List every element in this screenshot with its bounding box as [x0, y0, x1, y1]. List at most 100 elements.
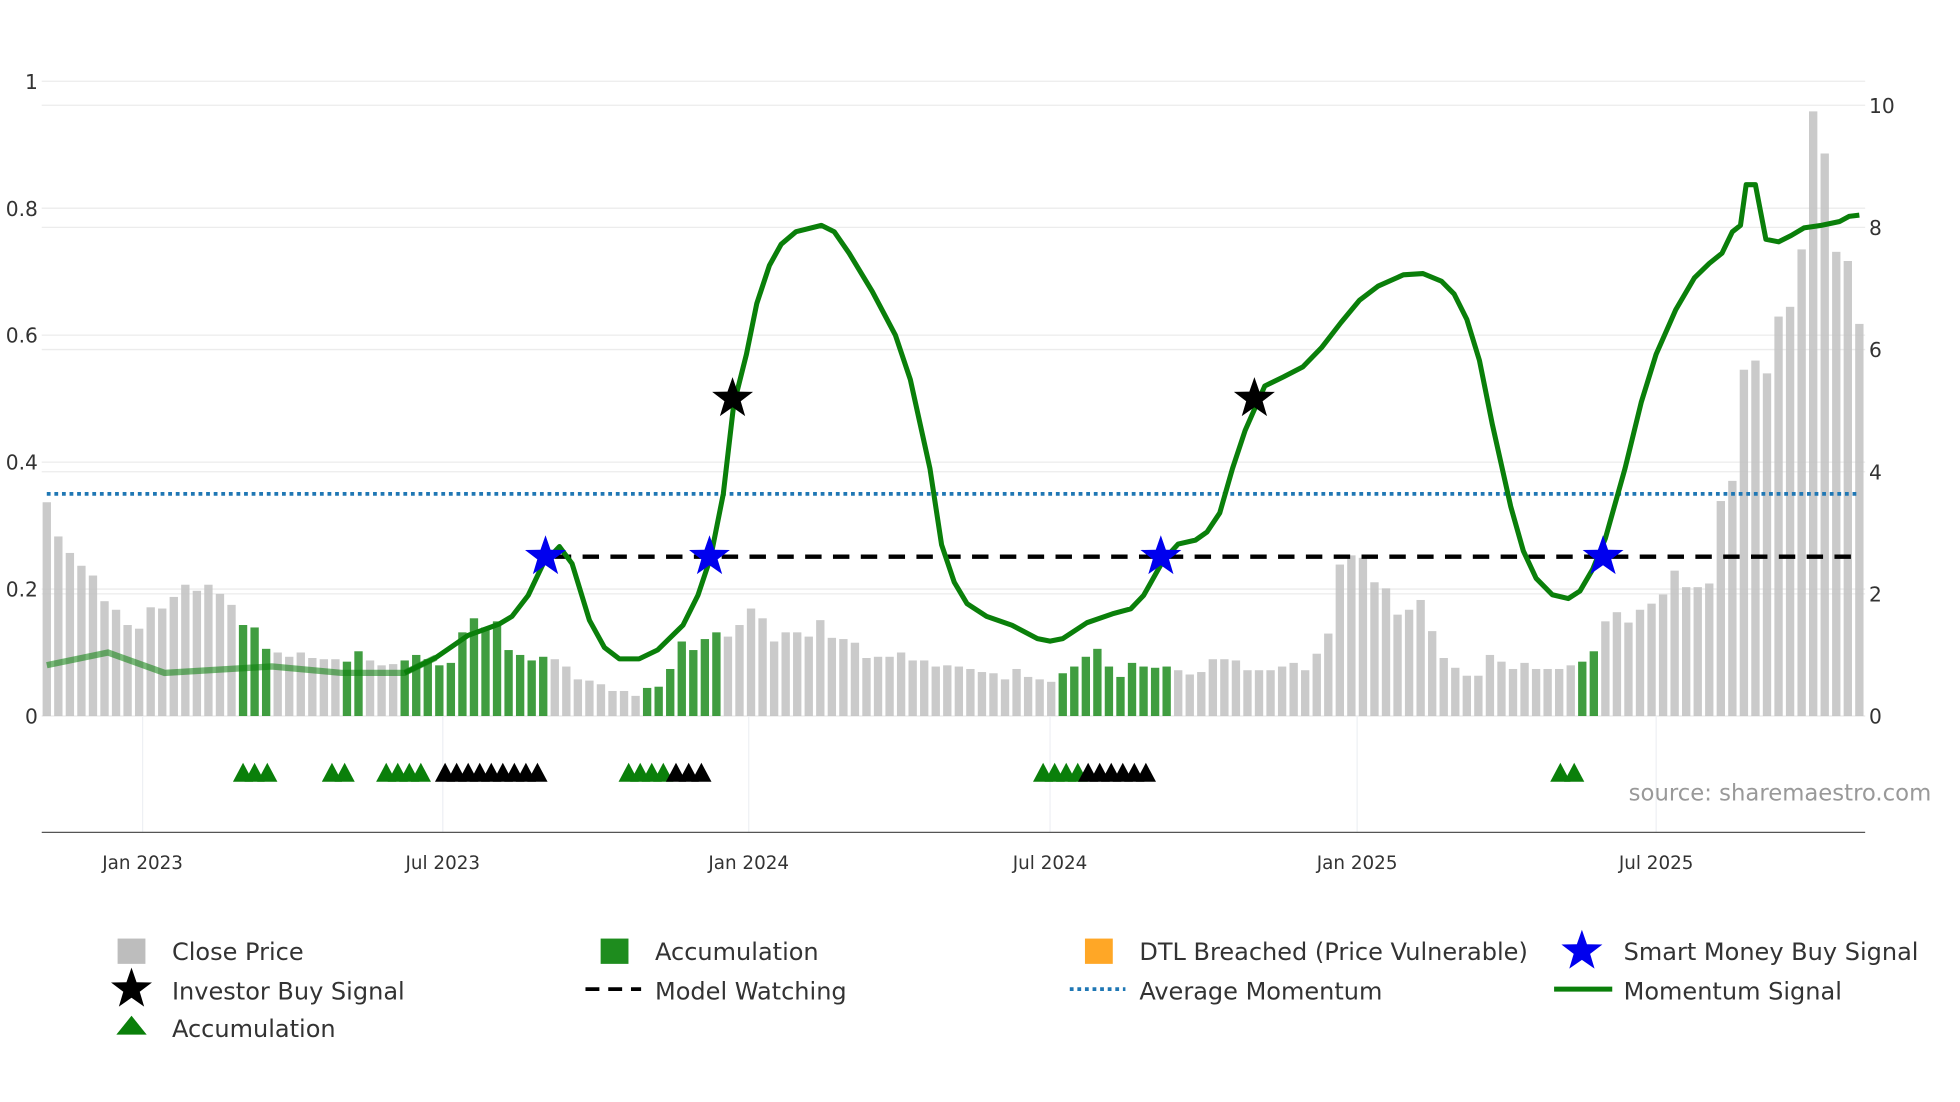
close-price-bar	[296, 652, 305, 717]
close-price-bar	[1555, 668, 1564, 717]
close-price-bar	[585, 680, 594, 717]
momentum-line	[403, 182, 1860, 676]
close-price-bar	[319, 659, 329, 717]
accumulation-bar	[689, 650, 698, 717]
close-price-bar	[723, 636, 733, 717]
x-axis-tick-label: Jul 2024	[1012, 853, 1088, 874]
accumulation-bar	[1070, 666, 1079, 717]
black-triangle-icon	[691, 762, 712, 782]
close-price-bar	[192, 590, 202, 717]
left-axis-tick-label: 0.6	[6, 324, 38, 348]
accumulation-bar	[1116, 676, 1125, 717]
close-price-bar	[931, 666, 940, 717]
accumulation-bar	[539, 656, 548, 717]
close-price-bar	[204, 584, 213, 717]
legend-dtl-swatch	[1084, 938, 1113, 964]
accumulation-bar	[1104, 666, 1114, 717]
close-price-bar	[1324, 633, 1333, 717]
close-price-bar	[1658, 594, 1668, 717]
smart-money-star-icon	[525, 535, 566, 575]
accumulation-bar	[1081, 656, 1091, 717]
accumulation-bar	[423, 659, 432, 717]
close-price-bar	[1751, 360, 1760, 717]
accumulation-bar	[354, 651, 363, 717]
legend-black-star-icon	[111, 967, 152, 1007]
close-price-bar	[839, 639, 848, 717]
right-axis-tick-label: 6	[1869, 338, 1882, 362]
close-price-bar	[1035, 679, 1044, 717]
legend-label: Accumulation	[172, 1015, 336, 1043]
close-price-bar	[1439, 657, 1448, 717]
accumulation-bar	[435, 665, 444, 717]
close-price-bar	[1000, 679, 1010, 717]
legend-label: Investor Buy Signal	[172, 977, 405, 1005]
close-price-bar	[1393, 614, 1402, 717]
accumulation-bar	[642, 687, 652, 717]
accumulation-bar	[1589, 651, 1598, 717]
legend-triangle-icon	[116, 1015, 147, 1035]
close-price-bar	[804, 636, 813, 717]
close-price-bar	[1716, 501, 1725, 717]
close-price-bar	[1381, 588, 1391, 717]
close-price-bar	[1428, 631, 1437, 717]
close-price-bar	[365, 660, 375, 717]
accumulation-bar	[504, 650, 513, 717]
signal-stars	[525, 377, 1624, 575]
close-price-bar	[1855, 323, 1864, 717]
left-axis-tick-label: 1	[25, 70, 38, 94]
close-price-bar	[273, 652, 282, 717]
close-price-bar	[977, 672, 987, 717]
close-price-bar	[1289, 662, 1298, 717]
accumulation-bar	[654, 686, 663, 717]
close-price-bar	[793, 632, 802, 717]
right-axis-tick-label: 4	[1869, 460, 1882, 484]
legend-blue-star-icon	[1561, 929, 1603, 969]
close-price-bar	[1508, 668, 1518, 717]
close-price-bar	[1797, 249, 1806, 717]
accumulation-bar	[1058, 673, 1067, 717]
accumulation-bar	[481, 627, 490, 717]
close-price-bar	[123, 625, 132, 717]
accumulation-bar	[250, 627, 259, 717]
close-price-bar	[1312, 653, 1321, 717]
close-price-bar	[1774, 316, 1783, 717]
close-price-bar	[735, 625, 744, 717]
close-price-bar	[1728, 480, 1737, 717]
close-price-bar	[1497, 661, 1506, 717]
close-price-bar	[746, 608, 756, 717]
close-price-bar	[1358, 557, 1368, 717]
close-price-bar	[1347, 555, 1356, 717]
accumulation-bar	[1139, 666, 1148, 717]
close-price-bar	[885, 656, 894, 717]
close-price-bar	[1185, 674, 1194, 717]
right-axis-tick-label: 0	[1869, 705, 1882, 729]
gridlines	[41, 80, 1866, 833]
close-price-bar	[850, 642, 860, 717]
close-price-bar	[1243, 670, 1252, 717]
close-price-bar	[1266, 670, 1275, 717]
accumulation-bar	[1093, 648, 1102, 717]
x-axis-tick-label: Jul 2023	[404, 853, 480, 874]
close-price-bar	[158, 608, 167, 717]
close-price-bar	[169, 596, 178, 717]
close-price-bar	[1335, 564, 1345, 717]
right-axis-tick-label: 2	[1869, 582, 1882, 606]
close-price-bar	[1208, 659, 1218, 717]
close-price-bar	[596, 684, 606, 717]
close-price-bar	[1682, 587, 1691, 717]
accumulation-bar	[261, 648, 271, 717]
legend-label: Close Price	[172, 938, 304, 966]
accumulation-bar	[492, 621, 502, 717]
close-price-bar	[1624, 622, 1633, 717]
accumulation-triangle-icon	[1564, 762, 1585, 782]
close-price-bar	[65, 552, 75, 717]
close-price-bar	[1809, 111, 1818, 717]
left-axis-tick-label: 0.2	[6, 578, 38, 602]
close-price-bar	[88, 575, 98, 717]
close-price-bar	[1012, 668, 1021, 717]
accumulation-bar	[666, 668, 675, 717]
close-price-bar	[1451, 667, 1460, 717]
close-price-bar	[1416, 599, 1425, 717]
legend: Close Price Accumulation DTL Breached (P…	[111, 929, 1918, 1043]
legend-label: Accumulation	[655, 938, 819, 966]
